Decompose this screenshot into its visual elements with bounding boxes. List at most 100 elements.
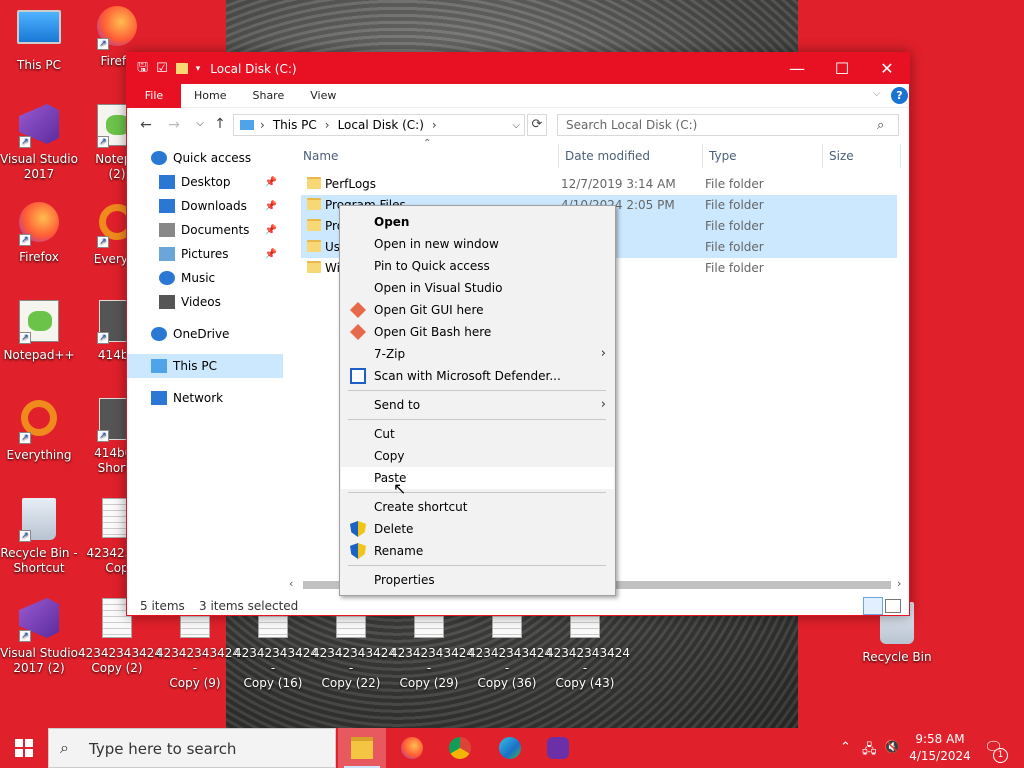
breadcrumb-local-disk[interactable]: Local Disk (C:) [338,118,424,132]
tab-file[interactable]: File [127,83,181,108]
menu-item-open-in-new-window[interactable]: Open in new window [341,233,614,255]
desktop-icon-label: Recycle Bin [862,650,932,664]
nav-item-videos[interactable]: Videos [127,290,283,314]
nav-item-network[interactable]: Network [127,386,283,410]
properties-icon[interactable]: 🖫 [137,58,148,80]
menu-item-delete[interactable]: Delete [341,518,614,540]
address-dropdown-chevron-icon[interactable]: ⌵ [512,120,520,131]
large-icons-view-icon[interactable] [885,599,901,613]
desktop-icon-firefox-2[interactable]: ↗ Firefox [0,200,78,265]
folder-icon [307,177,321,189]
menu-item-open[interactable]: Open [341,211,614,233]
nav-item-label: Desktop [181,175,231,189]
checkmark-icon[interactable]: ☑ [156,61,168,76]
taskbar-game-bar[interactable] [534,728,582,768]
start-button[interactable] [0,728,48,768]
menu-item-7-zip[interactable]: 7-Zip › [341,343,614,365]
menu-item-label: Delete [374,522,414,536]
shortcut-arrow-icon: ↗ [97,236,109,248]
nav-item-documents[interactable]: Documents 📌 [127,218,283,242]
desktop-icon-label: 42342343424 - Copy (22) [312,646,396,690]
column-header-size[interactable]: Size [823,144,901,168]
menu-item-cut[interactable]: Cut [341,423,614,445]
everything-icon: ↗ [15,400,63,444]
desktop-icon-everything-2[interactable]: ↗ Everything [0,396,78,463]
tab-share[interactable]: Share [239,84,297,108]
search-input[interactable]: Search Local Disk (C:) [557,114,899,136]
nav-item-pictures[interactable]: Pictures 📌 [127,242,283,266]
taskbar-chrome[interactable] [436,728,484,768]
menu-item-open-git-bash-here[interactable]: Open Git Bash here [341,321,614,343]
menu-item-create-shortcut[interactable]: Create shortcut [341,496,614,518]
clock[interactable]: 9:58 AM 4/15/2024 [900,731,980,765]
menu-item-open-in-visual-studio[interactable]: Open in Visual Studio [341,277,614,299]
nav-item-quick-access[interactable]: Quick access [127,146,283,170]
breadcrumb-this-pc[interactable]: This PC [273,118,317,132]
desktop-icon-label: Visual Studio 2017 [0,152,78,181]
address-bar[interactable]: › This PC › Local Disk (C:) › ⌵ [233,114,525,136]
desktop-icon-this-pc[interactable]: This PC [0,4,78,73]
recent-locations-chevron-icon[interactable]: ⌵ [189,118,211,129]
menu-item-paste[interactable]: Paste [341,467,614,489]
tab-view[interactable]: View [297,84,349,108]
menu-separator [348,390,606,391]
help-icon[interactable]: ? [891,87,908,104]
menu-item-copy[interactable]: Copy [341,445,614,467]
maximize-button[interactable]: ☐ [819,53,865,84]
menu-item-pin-to-quick-access[interactable]: Pin to Quick access [341,255,614,277]
volume-muted-icon[interactable]: 🔇 [884,740,900,755]
desktop-icon-label: 42342343424 - Copy (9) [156,646,240,690]
ribbon-tabs: File Home Share View ⌵ ? [127,83,909,108]
column-header-type[interactable]: Type [703,144,823,168]
refresh-icon[interactable]: ⟳ [527,114,547,136]
menu-item-label: Cut [374,427,395,441]
scroll-left-icon[interactable]: ‹ [289,577,293,590]
nav-item-music[interactable]: Music [127,266,283,290]
videos-icon [159,295,175,309]
breadcrumb-separator: › [431,118,437,132]
desktop-icon-vs-2017-2[interactable]: ↗ Visual Studio 2017 (2) [0,596,78,676]
desktop-icon-vs-2017[interactable]: ↗ Visual Studio 2017 [0,102,78,182]
back-arrow-icon[interactable]: ← [135,117,157,133]
column-header-date-modified[interactable]: Date modified [559,144,703,168]
nav-item-downloads[interactable]: Downloads 📌 [127,194,283,218]
taskbar-search-input[interactable]: Type here to search [48,728,336,768]
shortcut-arrow-icon: ↗ [19,234,31,246]
file-row[interactable]: PerfLogs 12/7/2019 3:14 AM File folder [301,174,897,195]
item-count: 5 items [140,599,185,613]
new-folder-icon[interactable] [175,63,188,74]
menu-item-label: Copy [374,449,405,463]
folder-icon [307,240,321,252]
close-button[interactable]: ✕ [864,53,910,84]
menu-item-rename[interactable]: Rename [341,540,614,562]
taskbar-file-explorer[interactable] [338,728,386,768]
title-bar[interactable]: 🖫 ☑ ▾ Local Disk (C:) — ☐ ✕ [127,53,909,84]
menu-item-open-git-gui-here[interactable]: Open Git GUI here [341,299,614,321]
menu-item-scan-with-microsoft-defender[interactable]: Scan with Microsoft Defender... [341,365,614,387]
desktop-icon-label: This PC [17,58,61,72]
nav-item-desktop[interactable]: Desktop 📌 [127,170,283,194]
menu-item-properties[interactable]: Properties [341,569,614,591]
scroll-right-icon[interactable]: › [897,577,901,590]
customize-chevron-icon[interactable]: ▾ [196,64,201,74]
desktop-icon-label: 42342343424 - Copy (43) [546,646,630,690]
forward-arrow-icon[interactable]: → [163,117,185,133]
minimize-button[interactable]: — [774,53,820,84]
details-view-icon[interactable] [863,597,883,615]
tab-home[interactable]: Home [181,84,239,108]
nav-item-onedrive[interactable]: OneDrive [127,322,283,346]
up-arrow-icon[interactable]: ↑ [209,116,231,132]
menu-item-send-to[interactable]: Send to › [341,394,614,416]
desktop-icon-notepadpp[interactable]: ↗ Notepad++ [0,298,78,363]
column-header-name[interactable]: Name [297,144,559,168]
expand-ribbon-chevron-icon[interactable]: ⌵ [873,88,881,99]
nav-item-this-pc[interactable]: This PC [127,354,283,378]
network-icon[interactable]: 🖧 [862,740,877,762]
menu-separator [348,565,606,566]
show-hidden-icons-chevron-icon[interactable]: ⌃ [840,740,851,755]
desktop-icon-recycle-short[interactable]: ↗ Recycle Bin - Shortcut [0,496,78,576]
desktop-icon-label: 42342343424 - Copy (16) [234,646,318,690]
menu-separator [348,492,606,493]
taskbar-edge[interactable] [486,728,534,768]
taskbar-firefox[interactable] [388,728,436,768]
